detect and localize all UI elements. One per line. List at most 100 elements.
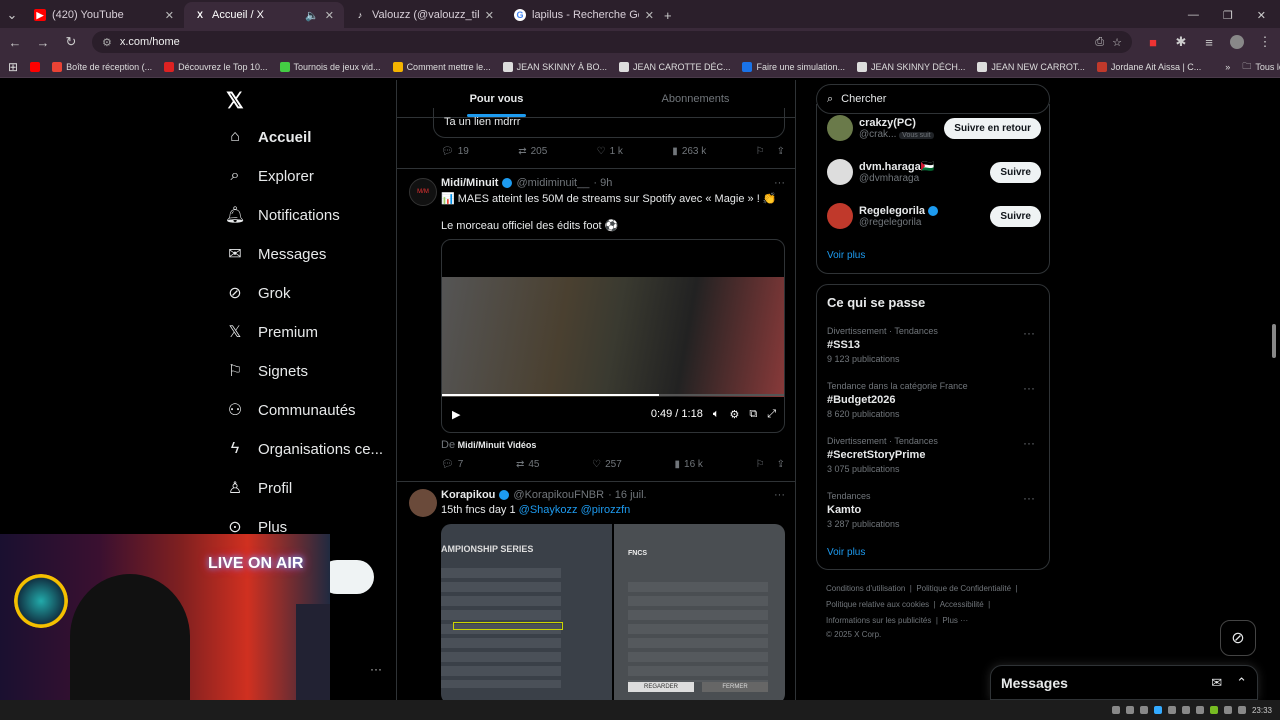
all-bookmarks[interactable]: 🗀Tous les favoris — [1242, 59, 1280, 75]
bookmark-item[interactable]: JEAN SKINNY DÉCH... — [857, 61, 965, 72]
tray-icon[interactable] — [1181, 706, 1190, 714]
media-icon[interactable]: ≡ — [1202, 35, 1216, 50]
avatar[interactable] — [827, 115, 853, 141]
site-info-icon[interactable]: ⚙ — [102, 36, 112, 49]
more-icon[interactable]: ··· — [1023, 436, 1035, 450]
follow-button[interactable]: Suivre — [990, 161, 1041, 183]
nav-explore[interactable]: ⌕ Explorer — [226, 167, 314, 185]
follow-suggestion[interactable]: Regelegorila @regelegorila Suivre — [827, 198, 1041, 234]
nav-communities[interactable]: ⚇ Communautés — [226, 401, 356, 420]
play-icon[interactable]: ▶ — [452, 408, 460, 421]
cookies-link[interactable]: Politique relative aux cookies — [826, 600, 929, 609]
avatar[interactable] — [1230, 35, 1244, 49]
tray-icon[interactable] — [1195, 706, 1204, 714]
bookmark-item[interactable]: Découvrez le Top 10... — [164, 61, 268, 72]
bookmark-icon[interactable]: ⚐ — [756, 146, 765, 157]
video-source-link[interactable]: Midi/Minuit Vidéos — [458, 440, 537, 450]
bookmark-youtube-icon[interactable] — [30, 61, 41, 72]
tab-google[interactable]: G lapilus - Recherche Google ✕ — [504, 2, 664, 28]
more-icon[interactable]: ··· — [1023, 491, 1035, 505]
reply-button[interactable]: 💬︎ 7 — [441, 459, 463, 470]
tab-youtube[interactable]: ▶ (420) YouTube ✕ — [24, 2, 184, 28]
extensions-icon[interactable]: ✱ — [1174, 34, 1188, 50]
tab-x[interactable]: X Accueil / X 🔈 ✕ — [184, 2, 344, 28]
install-icon[interactable]: ⎙ — [1095, 36, 1104, 49]
more-icon[interactable]: ··· — [1023, 326, 1035, 340]
discord-icon[interactable] — [1111, 706, 1120, 714]
close-icon[interactable]: ✕ — [485, 9, 494, 22]
video-player[interactable]: ▶ 0:49 / 1:18 🔈︎ ⚙ ⧉ ⤢ — [441, 239, 785, 433]
author-name[interactable]: Korapikou — [441, 489, 495, 501]
avatar[interactable] — [409, 489, 437, 517]
follow-button[interactable]: Suivre — [990, 205, 1041, 227]
accessibility-link[interactable]: Accessibilité — [940, 600, 984, 609]
menu-icon[interactable]: ⋮ — [1258, 34, 1272, 50]
share-icon[interactable]: ⇪ — [777, 146, 785, 157]
views-button[interactable]: ▮ 16 k — [675, 459, 703, 470]
nav-messages[interactable]: ✉ Messages — [226, 245, 326, 264]
restore-icon[interactable]: ❐ — [1223, 9, 1233, 22]
close-icon[interactable]: ✕ — [645, 9, 654, 22]
volume-icon[interactable]: 🔈︎ — [713, 408, 720, 421]
minimize-icon[interactable]: — — [1188, 9, 1199, 21]
url-field[interactable]: ⚙ x.com/home ⎙ ☆ — [92, 31, 1132, 53]
tray-icon[interactable] — [1139, 706, 1148, 714]
follow-back-button[interactable]: Suivre en retour — [944, 117, 1041, 139]
forward-icon[interactable]: → — [36, 35, 50, 50]
nvidia-icon[interactable] — [1209, 706, 1218, 714]
nav-profile[interactable]: ♙ Profil — [226, 479, 292, 498]
more-icon[interactable]: ··· — [1023, 381, 1035, 395]
tab-tiktok[interactable]: ♪ Valouzz (@valouzz_tiktok) | TikTok ✕ — [344, 2, 504, 28]
share-icon[interactable]: ⇪ — [777, 459, 785, 470]
tweet-image-2[interactable]: FNCS REGARDER FERMER — [614, 524, 785, 700]
scrollbar[interactable] — [1272, 324, 1276, 358]
more-icon[interactable]: ··· — [774, 177, 785, 189]
extension-red-icon[interactable]: ■ — [1146, 35, 1160, 50]
apps-icon[interactable]: ⊞ — [8, 60, 18, 74]
bookmark-item[interactable]: Boîte de réception (... — [52, 61, 152, 72]
nav-organizations[interactable]: ϟ Organisations ce... — [226, 440, 383, 458]
tab-search-icon[interactable]: ⌄ — [0, 2, 24, 28]
avatar[interactable]: M/M — [409, 178, 437, 206]
settings-icon[interactable]: ⚙ — [729, 408, 739, 421]
nav-grok[interactable]: ⊘ Grok — [226, 284, 290, 303]
see-more-link[interactable]: Voir plus — [827, 547, 865, 558]
like-button[interactable]: ♡ 257 — [592, 459, 622, 470]
tweet-image-1[interactable]: AMPIONSHIP SERIES — [441, 524, 612, 700]
bookmark-item[interactable]: Jordane Ait Aissa | C... — [1096, 61, 1201, 72]
more-link[interactable]: Plus ··· — [942, 616, 968, 625]
bookmark-item[interactable]: JEAN SKINNY À BO... — [502, 61, 607, 72]
follow-suggestion[interactable]: dvm.haraga🇵🇸 @dvmharaga Suivre — [827, 154, 1041, 190]
bookmark-item[interactable]: Tournois de jeux vid... — [279, 61, 381, 72]
bookmark-item[interactable]: Faire une simulation... — [742, 61, 845, 72]
close-icon[interactable]: ✕ — [325, 9, 334, 22]
author-handle[interactable]: @midiminuit__ — [516, 177, 589, 189]
back-icon[interactable]: ← — [8, 35, 22, 50]
avatar[interactable] — [827, 159, 853, 185]
more-icon[interactable]: ··· — [774, 489, 785, 501]
like-button[interactable]: ♡ 1 k — [597, 146, 623, 157]
bluetooth-icon[interactable] — [1153, 706, 1162, 714]
repost-button[interactable]: ⇄ 45 — [516, 459, 540, 470]
mention-links[interactable]: @Shaykozz @pirozzfn — [519, 504, 631, 516]
account-more-icon[interactable]: ··· — [370, 662, 382, 676]
volume-icon[interactable] — [1237, 706, 1246, 714]
grok-button[interactable]: ⊘ — [1220, 620, 1256, 656]
clock[interactable]: 23:33 — [1252, 706, 1272, 715]
quoted-tweet-end[interactable]: Ta un lien mdrrr — [433, 108, 785, 138]
close-icon[interactable]: ✕ — [165, 9, 174, 22]
messages-drawer[interactable]: Messages ✉ ⌃ — [990, 665, 1258, 700]
tray-icon[interactable] — [1167, 706, 1176, 714]
pip-icon[interactable]: ⧉ — [749, 408, 757, 421]
see-more-link[interactable]: Voir plus — [827, 250, 865, 261]
bookmark-icon[interactable]: ⚐ — [756, 459, 765, 470]
nav-premium[interactable]: 𝕏 Premium — [226, 323, 318, 342]
bookmark-item[interactable]: JEAN NEW CARROT... — [977, 61, 1085, 72]
views-button[interactable]: ▮ 263 k — [672, 146, 706, 157]
bookmark-item[interactable]: Comment mettre le... — [392, 61, 491, 72]
reload-icon[interactable]: ↻ — [64, 34, 78, 50]
x-logo-icon[interactable]: 𝕏 — [226, 88, 244, 114]
trend-item[interactable]: Divertissement · Tendances #SS13 9 123 p… — [827, 326, 1041, 364]
avatar[interactable] — [827, 203, 853, 229]
new-tab-icon[interactable]: + — [664, 2, 678, 28]
